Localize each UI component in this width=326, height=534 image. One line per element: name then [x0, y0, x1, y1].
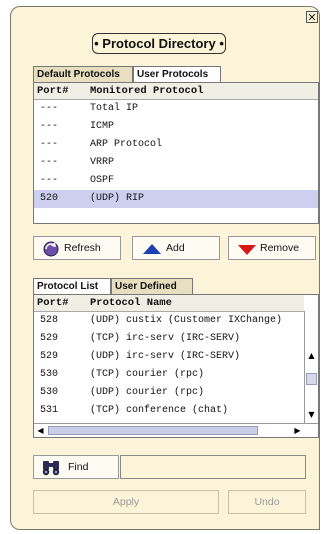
scroll-left-icon[interactable]: ◀ [34, 424, 47, 437]
protocol-cell: Total IP [90, 103, 139, 114]
remove-label: Remove [260, 242, 300, 254]
table-row[interactable]: 529 (UDP) irc-serv (IRC-SERV) [34, 348, 304, 366]
monitored-table-header: Port# Monitored Protocol [34, 83, 318, 100]
table-row[interactable]: --- VRRP [34, 154, 318, 172]
port-cell: 530 [40, 387, 59, 398]
undo-button[interactable]: Undo [228, 490, 306, 514]
scroll-down-icon[interactable]: ▼ [305, 408, 318, 421]
port-cell: 528 [40, 315, 59, 326]
protocol-list-header: Port# Protocol Name [34, 295, 304, 312]
port-cell: --- [40, 157, 59, 168]
apply-label: Apply [112, 496, 140, 508]
down-arrow-icon [238, 245, 256, 255]
dialog-title: • Protocol Directory • [92, 33, 226, 54]
refresh-button[interactable]: Refresh [33, 236, 121, 260]
table-row[interactable]: 530 (UDP) courier (rpc) [34, 384, 304, 402]
tab-default-protocols-label: Default Protocols [37, 69, 120, 80]
tab-user-protocols-label: User Protocols [137, 69, 209, 80]
undo-label: Undo [254, 496, 280, 508]
port-cell: 530 [40, 369, 59, 380]
tab-protocol-list-label: Protocol List [37, 281, 99, 292]
tab-user-protocols[interactable]: User Protocols [133, 66, 221, 82]
close-icon[interactable]: ✕ [306, 11, 318, 23]
vertical-scroll-thumb[interactable] [306, 373, 317, 385]
scroll-right-icon[interactable]: ▶ [291, 424, 304, 437]
protocol-name-cell: (UDP) irc-serv (IRC-SERV) [90, 351, 241, 362]
protocol-cell: (UDP) RIP [90, 193, 145, 204]
protocol-cell: ICMP [90, 121, 115, 132]
header-port[interactable]: Port# [37, 83, 69, 99]
find-button[interactable]: Find [33, 455, 119, 479]
port-cell: --- [40, 139, 59, 150]
add-button[interactable]: Add [132, 236, 220, 260]
port-cell: --- [40, 121, 59, 132]
horizontal-scroll-thumb[interactable] [48, 426, 258, 435]
port-cell: --- [40, 103, 59, 114]
port-cell: 529 [40, 351, 59, 362]
header-protocol-name[interactable]: Protocol Name [90, 295, 172, 311]
apply-button[interactable]: Apply [33, 490, 219, 514]
add-label: Add [166, 242, 185, 254]
header-monitored-protocol[interactable]: Monitored Protocol [90, 83, 203, 99]
table-row[interactable]: 528 (UDP) custix (Customer IXChange) [34, 312, 304, 330]
scroll-up-icon[interactable]: ▲ [305, 349, 318, 362]
table-row[interactable]: 530 (TCP) courier (rpc) [34, 366, 304, 384]
protocol-cell: VRRP [90, 157, 115, 168]
up-arrow-icon [143, 244, 161, 254]
table-row[interactable]: --- Total IP [34, 100, 318, 118]
binoculars-icon [42, 461, 60, 476]
port-cell: 529 [40, 333, 59, 344]
table-row[interactable]: --- OSPF [34, 172, 318, 190]
tab-user-defined-label: User Defined [115, 281, 177, 292]
monitored-protocols-table[interactable]: Port# Monitored Protocol --- Total IP --… [33, 82, 319, 224]
table-row[interactable]: 529 (TCP) irc-serv (IRC-SERV) [34, 330, 304, 348]
protocol-cell: OSPF [90, 175, 115, 186]
remove-button[interactable]: Remove [228, 236, 316, 260]
refresh-label: Refresh [64, 242, 101, 254]
horizontal-scrollbar[interactable]: ◀ ▶ [34, 423, 318, 437]
protocol-cell: ARP Protocol [90, 139, 163, 150]
table-row[interactable]: 531 (TCP) conference (chat) [34, 402, 304, 420]
protocol-name-cell: (TCP) courier (rpc) [90, 369, 205, 380]
find-input[interactable] [120, 455, 306, 479]
dialog-title-text: Protocol Directory [102, 36, 216, 51]
tab-default-protocols[interactable]: Default Protocols [33, 66, 133, 82]
refresh-icon [43, 241, 59, 257]
port-cell: 531 [40, 405, 59, 416]
table-row[interactable]: --- ARP Protocol [34, 136, 318, 154]
tab-user-defined[interactable]: User Defined [111, 278, 193, 294]
table-row-selected[interactable]: 520 (UDP) RIP [34, 190, 318, 208]
tab-protocol-list[interactable]: Protocol List [33, 278, 111, 294]
find-label: Find [68, 461, 89, 473]
protocol-name-cell: (UDP) courier (rpc) [90, 387, 205, 398]
port-cell: 520 [40, 193, 59, 204]
protocol-name-cell: (TCP) irc-serv (IRC-SERV) [90, 333, 241, 344]
table-row[interactable]: --- ICMP [34, 118, 318, 136]
protocol-name-cell: (UDP) custix (Customer IXChange) [90, 315, 283, 326]
protocol-list-table[interactable]: Port# Protocol Name 528 (UDP) custix (Cu… [33, 294, 319, 438]
port-cell: --- [40, 175, 59, 186]
vertical-scrollbar[interactable]: ▲ ▼ [304, 311, 318, 423]
header-port[interactable]: Port# [37, 295, 69, 311]
protocol-name-cell: (TCP) conference (chat) [90, 405, 229, 416]
